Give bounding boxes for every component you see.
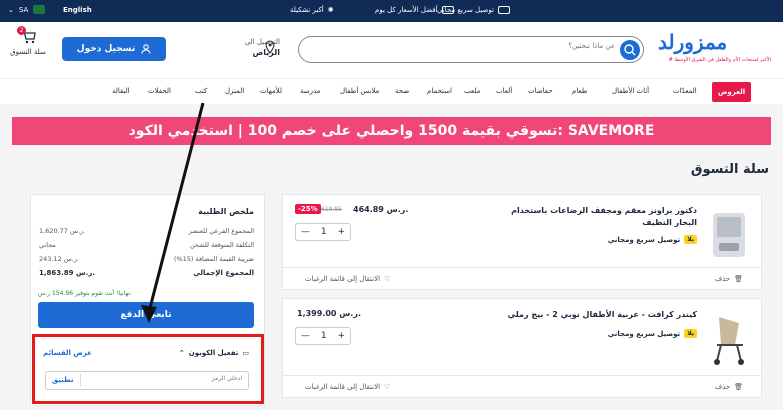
promo-variety: أكبر تشكيلة ✺ [290,6,334,14]
user-icon [141,44,151,54]
summary-title: ملخص الطلبية [198,207,254,216]
top-bar: ⌄ SA English أكبر تشكيلة ✺ أفضل الأسعار … [0,0,783,22]
decrement-button[interactable]: — [301,331,310,341]
checkout-button[interactable]: تابعي الدفع [38,302,254,328]
region-code: SA [18,5,29,14]
product-price: 1,399.00 ر.س. [297,309,361,318]
discount-badge: -25% [295,204,321,214]
nav-item[interactable]: صحة [395,87,409,95]
shipping-info: توصيل سريع ومجاني يلا [608,329,697,338]
nav-item[interactable]: حفاضات [528,87,553,95]
header: 2 سلة التسوق تسجيل دخول التوصيل الى الري… [0,22,783,78]
promo-banner[interactable]: تسوقي بقيمة 1500 واحصلي على خصم 100 | اس… [12,117,771,145]
nav-item[interactable]: الحفلات [148,87,171,95]
delete-button[interactable]: حذف 🗑 [715,275,743,283]
nav-item[interactable]: المنزل [225,87,244,95]
nav-item[interactable]: ملعب [464,87,480,95]
search-icon [624,44,636,56]
nav-item-deals[interactable]: العروض [712,82,752,102]
product-price: 464.89 ر.س. [353,205,409,214]
summary-total: 1,863.89 ر.س. المجموع الإجمالي [39,269,254,277]
yalla-badge: يلا [684,235,697,244]
quantity-value: 1 [320,227,327,237]
page-title: سلة التسوق [690,162,769,177]
language-switch[interactable]: English [63,6,92,14]
cart-item: دكتور براونز معقم ومجفف الرضاعات باستخدا… [282,194,762,290]
product-title[interactable]: كيندر كرافت - عربية الأطفال نوبي 2 - بيج… [507,309,697,321]
sparkle-icon: ✺ [327,6,334,14]
nav-item[interactable]: للأمهات [260,87,282,95]
trash-icon: 🗑 [734,275,743,283]
cart-button[interactable]: 2 سلة التسوق [8,26,48,56]
saudi-flag-icon [33,5,46,14]
chevron-down-icon: ⌄ [8,5,14,14]
increment-button[interactable]: + [337,227,345,237]
heart-icon: ♡ [384,383,391,391]
nav-item[interactable]: طعام [572,87,587,95]
nav-item[interactable]: ملابس أطفال [340,87,379,95]
heart-icon: ♡ [384,275,391,283]
summary-row: 243.12 ر.س. ضريبة القيمة المضافة (15%) [39,255,254,263]
old-price: 619.85 [321,206,342,213]
activate-coupon-toggle[interactable]: ⌃ تفعيل الكوبون ▭ [179,349,249,357]
search-button[interactable] [620,40,640,60]
coupon-icon: ▭ [242,349,249,357]
search-input[interactable] [315,42,615,50]
coupon-field: تطبيق [45,371,249,390]
increment-button[interactable]: + [337,331,345,341]
divider [80,374,81,387]
cart-count-badge: 2 [17,26,26,35]
location-pin-icon [265,40,275,54]
item-actions: حذف 🗑 الانتقال إلى قائمة الرغبات ♡ [283,267,761,289]
savings-message: تهانيا! أنت تقوم بتوفير 154.96 ر.س. [38,290,132,297]
quantity-stepper: — 1 + [295,223,351,241]
nav-item[interactable]: أثاث الأطفال [612,87,649,95]
nav-item[interactable]: كتب [195,87,207,95]
region-selector[interactable]: ⌄ SA [8,5,46,14]
product-title[interactable]: دكتور براونز معقم ومجفف الرضاعات باستخدا… [507,205,697,229]
yalla-badge: يلا [684,329,697,338]
shipping-info: توصيل سريع ومجاني يلا [608,235,697,244]
nav-item[interactable]: مدرسة [300,87,320,95]
trash-icon: 🗑 [734,383,743,391]
delete-button[interactable]: حذف 🗑 [715,383,743,391]
nav-item[interactable]: المعدّات [673,87,697,95]
login-button[interactable]: تسجيل دخول [62,37,166,61]
chevron-up-icon: ⌃ [178,349,185,357]
login-label: تسجيل دخول [76,44,136,54]
cart-item: كيندر كرافت - عربية الأطفال نوبي 2 - بيج… [282,298,762,398]
quantity-value: 1 [320,331,327,341]
category-nav: العروض المعدّات أثاث الأطفال طعام حفاضات… [0,78,783,104]
summary-row: مجاني التكلفة المتوقعة للشحن [39,241,254,249]
quantity-stepper: — 1 + [295,327,351,345]
coupon-header: عرض القسائم ⌃ تفعيل الكوبون ▭ [43,349,249,357]
product-image[interactable] [705,205,753,263]
coupon-code-input[interactable] [92,375,242,382]
nav-item[interactable]: استحمام [427,87,452,95]
promo-free-shipping: توصيل سريع مجاني [437,6,510,14]
truck-icon [497,6,510,14]
site-logo[interactable]: ممزورلد # الأكبر لمنتجات الأم والطفل في … [656,30,771,68]
nav-item[interactable]: ألعاب [496,87,512,95]
cart-label: سلة التسوق [10,48,46,56]
search-bar [298,36,644,63]
cart-icon: 2 [17,26,36,44]
summary-row: 1,620.77 ر.س. المجموع الفرعي للعنصر [39,227,254,235]
coupon-section: عرض القسائم ⌃ تفعيل الكوبون ▭ تطبيق [32,334,264,404]
apply-coupon-button[interactable]: تطبيق [52,376,73,384]
move-to-wishlist-button[interactable]: الانتقال إلى قائمة الرغبات ♡ [305,383,390,391]
show-coupons-link[interactable]: عرض القسائم [43,349,92,357]
item-actions: حذف 🗑 الانتقال إلى قائمة الرغبات ♡ [283,375,761,397]
product-image[interactable] [705,309,753,367]
decrement-button[interactable]: — [301,227,310,237]
move-to-wishlist-button[interactable]: الانتقال إلى قائمة الرغبات ♡ [305,275,390,283]
nav-item[interactable]: البقالة [112,87,130,95]
